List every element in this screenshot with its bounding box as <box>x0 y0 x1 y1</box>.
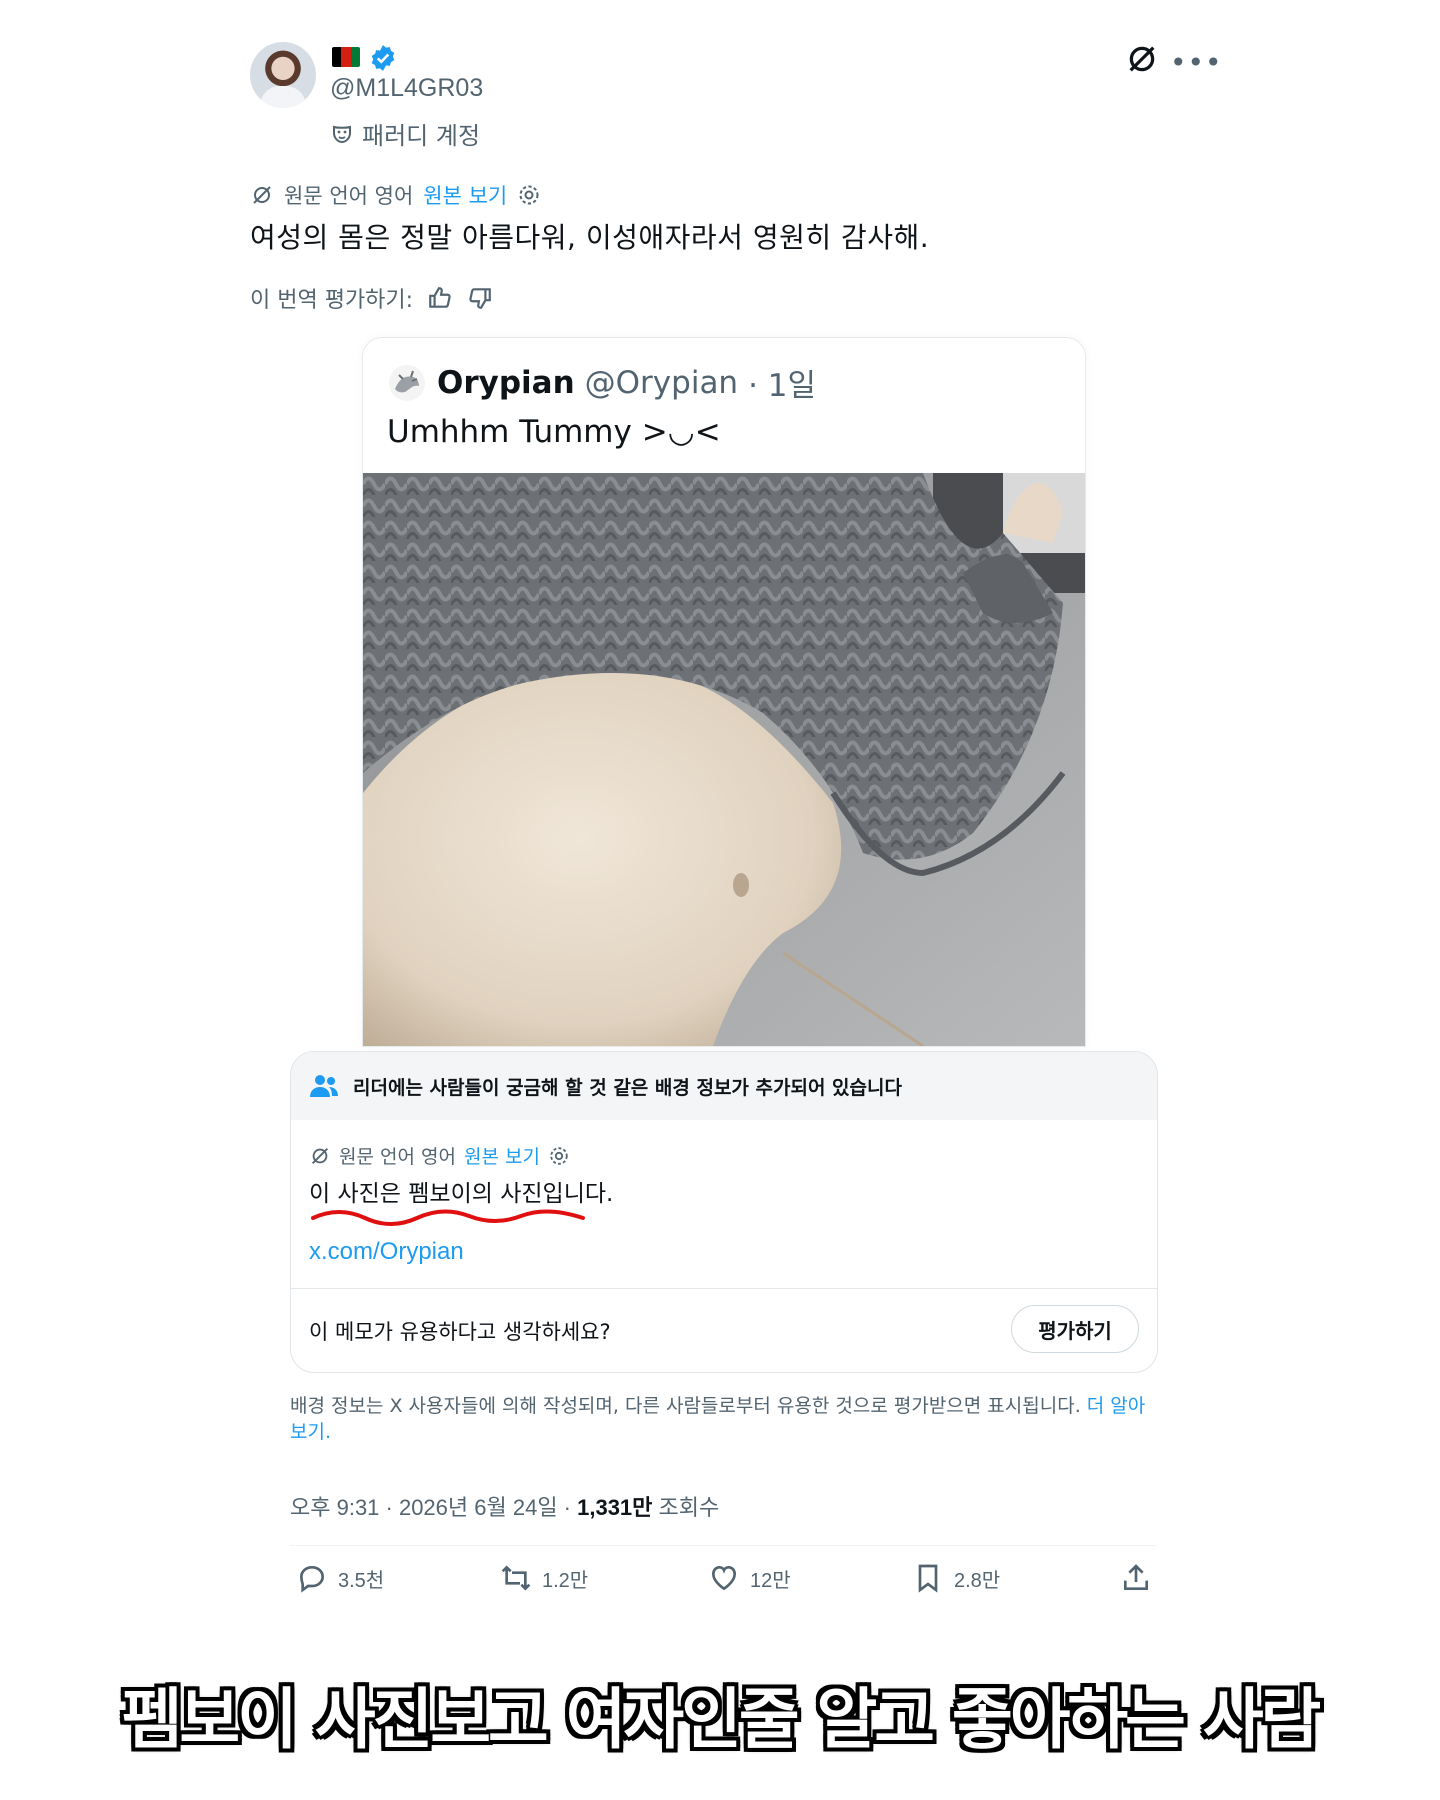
thumbs-up-icon[interactable] <box>427 285 453 311</box>
grok-icon[interactable] <box>1125 42 1159 76</box>
share-button[interactable] <box>1120 1562 1152 1594</box>
repost-icon <box>501 1565 531 1591</box>
reply-button[interactable]: 3.5천 <box>296 1562 384 1594</box>
note-header: 리더에는 사람들이 궁금해 할 것 같은 배경 정보가 추가되어 있습니다 <box>291 1052 1157 1120</box>
rate-note-button[interactable]: 평가하기 <box>1011 1305 1139 1353</box>
note-divider <box>291 1288 1157 1289</box>
footnote-text: 배경 정보는 X 사용자들에 의해 작성되며, 다른 사람들로부터 유용한 것으… <box>290 1395 1081 1417</box>
view-count: 1,331만 <box>577 1495 653 1520</box>
translate-icon <box>253 186 271 204</box>
quoted-handle[interactable]: @Orypian <box>585 365 738 401</box>
like-icon <box>711 1565 737 1591</box>
quoted-time: · 1일 <box>748 368 817 404</box>
community-note: 리더에는 사람들이 궁금해 할 것 같은 배경 정보가 추가되어 있습니다 원문… <box>290 1051 1158 1373</box>
people-icon <box>310 1075 338 1097</box>
share-icon <box>1124 1564 1148 1590</box>
bookmark-button[interactable]: 2.8만 <box>912 1562 1000 1594</box>
quoted-post[interactable]: Orypian @Orypian · 1일 Umhhm Tummy >◡< <box>362 337 1086 1047</box>
rate-translation-label: 이 번역 평가하기: <box>250 288 414 313</box>
mask-icon <box>333 125 351 143</box>
gear-icon[interactable] <box>548 1145 570 1167</box>
afghanistan-flag-icon <box>332 47 360 67</box>
note-footnote: 배경 정보는 X 사용자들에 의해 작성되며, 다른 사람들로부터 유용한 것으… <box>290 1393 1156 1445</box>
bookmark-count: 2.8만 <box>954 1569 1001 1592</box>
red-underline <box>311 1209 585 1226</box>
verified-badge-icon <box>371 45 395 71</box>
note-source-language: 원문 언어 영어 <box>339 1146 456 1168</box>
note-link[interactable]: x.com/Orypian <box>309 1238 464 1266</box>
repost-button[interactable]: 1.2만 <box>500 1562 588 1594</box>
divider <box>290 1545 1156 1546</box>
bookmark-icon <box>918 1564 938 1593</box>
note-question: 이 메모가 유용하다고 생각하세요? <box>309 1320 611 1344</box>
reply-count: 3.5천 <box>338 1569 385 1592</box>
quoted-name[interactable]: Orypian <box>437 365 575 401</box>
thumbs-down-icon[interactable] <box>467 285 493 311</box>
quoted-post-header: Orypian @Orypian · 1일 <box>387 360 816 405</box>
quoted-photo[interactable] <box>363 473 1085 1046</box>
note-translation-row: 원문 언어 영어 원본 보기 <box>309 1142 570 1169</box>
view-original-link[interactable]: 원본 보기 <box>423 180 507 210</box>
rate-translation-row: 이 번역 평가하기: <box>250 282 493 314</box>
quoted-text: Umhhm Tummy >◡< <box>387 414 721 450</box>
note-header-text: 리더에는 사람들이 궁금해 할 것 같은 배경 정보가 추가되어 있습니다 <box>353 1076 902 1099</box>
reply-icon <box>299 1565 325 1593</box>
like-count: 12만 <box>750 1569 791 1592</box>
caption-text: 펨보이 사진보고 여자인줄 알고 좋아하는 사람 <box>121 1681 1322 1758</box>
post-timestamp[interactable]: 오후 9:31 · 2026년 6월 24일 · <box>290 1495 577 1520</box>
translate-icon <box>312 1147 328 1164</box>
gear-icon[interactable] <box>517 183 541 207</box>
post-meta: 오후 9:31 · 2026년 6월 24일 · 1,331만 조회수 <box>290 1490 719 1522</box>
quoted-avatar <box>389 364 425 401</box>
author-handle[interactable]: @M1L4GR03 <box>330 74 483 103</box>
more-icon[interactable]: ••• <box>1170 46 1223 79</box>
post-text: 여성의 몸은 정말 아름다워, 이성애자라서 영원히 감사해. <box>250 221 930 254</box>
parody-label-text: 패러디 계정 <box>362 122 481 150</box>
translation-row: 원문 언어 영어 원본 보기 <box>250 180 541 210</box>
view-label: 조회수 <box>652 1495 720 1520</box>
avatar[interactable] <box>250 42 316 108</box>
repost-count: 1.2만 <box>542 1569 589 1592</box>
note-view-original-link[interactable]: 원본 보기 <box>464 1142 540 1169</box>
source-language: 원문 언어 영어 <box>284 184 414 208</box>
parody-label: 패러디 계정 <box>330 116 480 151</box>
like-button[interactable]: 12만 <box>708 1562 791 1594</box>
